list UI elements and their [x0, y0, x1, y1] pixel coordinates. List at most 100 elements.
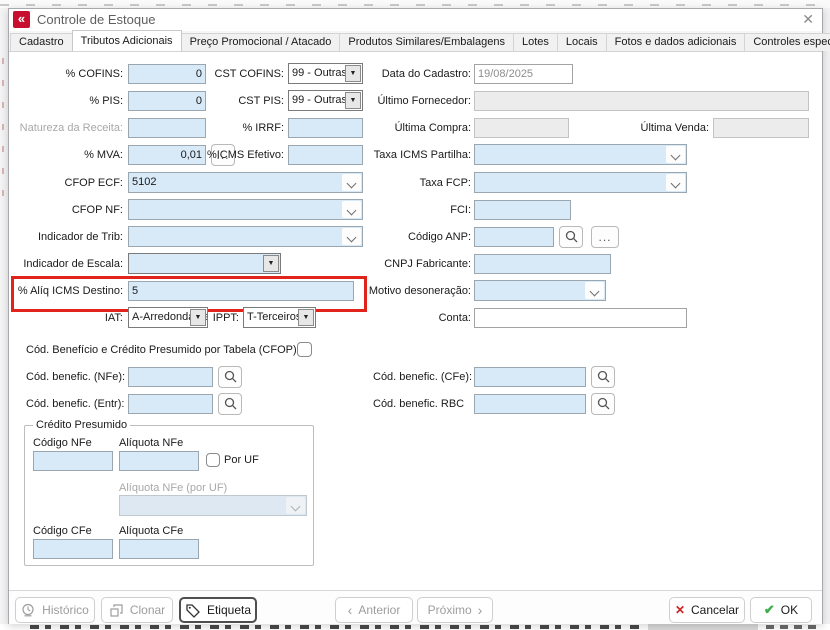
- tab-tributos-adicionais[interactable]: Tributos Adicionais: [72, 30, 182, 51]
- tab-lotes[interactable]: Lotes: [513, 33, 558, 51]
- irrf-label: % IRRF:: [185, 118, 284, 138]
- tab-locais[interactable]: Locais: [557, 33, 607, 51]
- chevron-down-icon: [286, 497, 305, 514]
- por-uf-label: Por UF: [224, 450, 274, 470]
- codigo-cfe-input[interactable]: [33, 539, 113, 559]
- search-icon: [597, 370, 610, 383]
- taxa-icms-partilha-label: Taxa ICMS Partilha:: [353, 145, 471, 165]
- cod-benefic-rbc-search-button[interactable]: [591, 393, 615, 415]
- data-cadastro-input[interactable]: 19/08/2025: [474, 64, 573, 84]
- cod-benefic-cfe-input[interactable]: [474, 367, 586, 387]
- icms-efetivo-input[interactable]: [288, 145, 363, 165]
- aliquota-nfe-input[interactable]: [119, 451, 199, 471]
- cst-pis-select[interactable]: 99 - Outras ▼: [288, 90, 363, 111]
- cod-benefic-cfe-search-button[interactable]: [591, 366, 615, 388]
- ok-button[interactable]: ✔ OK: [750, 597, 812, 623]
- clone-icon: [109, 603, 124, 618]
- chevron-right-icon: ›: [478, 603, 483, 617]
- cod-benefic-nfe-search-button[interactable]: [218, 366, 242, 388]
- cfop-ecf-label: CFOP ECF:: [9, 173, 123, 193]
- history-icon: [21, 603, 36, 618]
- taxa-fcp-label: Taxa FCP:: [353, 173, 471, 193]
- historico-button[interactable]: Histórico: [15, 597, 95, 623]
- cofins-label: % COFINS:: [9, 64, 123, 84]
- codigo-cfe-label: Código CFe: [33, 521, 118, 541]
- cst-pis-label: CST PIS:: [185, 91, 284, 111]
- chevron-left-icon: ‹: [348, 603, 353, 617]
- ultima-venda-label: Última Venda:: [599, 118, 709, 138]
- chevron-down-icon[interactable]: [666, 174, 685, 191]
- indicador-escala-label: Indicador de Escala:: [9, 254, 123, 274]
- ippt-select[interactable]: T-Terceiros ▼: [243, 307, 316, 328]
- dropdown-arrow-icon[interactable]: ▼: [190, 309, 206, 326]
- clipped-row-value: [766, 625, 822, 629]
- cod-benefic-entr-search-button[interactable]: [218, 393, 242, 415]
- indicador-trib-select[interactable]: [128, 226, 363, 247]
- cod-benefic-nfe-label: Cód. benefic. (NFe):: [26, 367, 126, 387]
- ultima-compra-label: Última Compra:: [353, 118, 471, 138]
- codigo-anp-label: Código ANP:: [353, 227, 471, 247]
- cst-cofins-select[interactable]: 99 - Outras ▼: [288, 63, 363, 84]
- clipped-row-text: [30, 625, 640, 629]
- iat-select[interactable]: A-Arredondamento ▼: [128, 307, 208, 328]
- ippt-label: IPPT:: [211, 308, 239, 328]
- irrf-input[interactable]: [288, 118, 363, 138]
- ok-check-icon: ✔: [764, 602, 775, 618]
- codigo-anp-input[interactable]: [474, 227, 554, 247]
- pis-label: % PIS:: [9, 91, 123, 111]
- cancelar-button[interactable]: ✕ Cancelar: [669, 597, 745, 623]
- indicador-escala-select[interactable]: ▼: [128, 253, 281, 274]
- taxa-icms-partilha-select[interactable]: [474, 144, 687, 165]
- codigo-nfe-input[interactable]: [33, 451, 113, 471]
- cod-benefic-rbc-input[interactable]: [474, 394, 586, 414]
- mva-label: % MVA:: [9, 145, 123, 165]
- conta-label: Conta:: [353, 308, 471, 328]
- motivo-desoneracao-select[interactable]: [474, 280, 606, 301]
- anterior-button[interactable]: ‹ Anterior: [335, 597, 413, 623]
- taxa-fcp-select[interactable]: [474, 172, 687, 193]
- tab-produtos-similares[interactable]: Produtos Similares/Embalagens: [339, 33, 514, 51]
- ultimo-fornecedor-input: [474, 91, 809, 111]
- search-icon: [597, 397, 610, 410]
- cfop-nf-label: CFOP NF:: [9, 200, 123, 220]
- tab-preco-promocional[interactable]: Preço Promocional / Atacado: [181, 33, 341, 51]
- footer-button-bar: Histórico Clonar Etiqueta ‹ Anterior Pró…: [9, 591, 822, 624]
- cnpj-fabricante-input[interactable]: [474, 254, 611, 274]
- conta-input[interactable]: [474, 308, 687, 328]
- etiqueta-button[interactable]: Etiqueta: [179, 597, 257, 623]
- dropdown-arrow-icon[interactable]: ▼: [298, 309, 314, 326]
- cfop-ecf-select[interactable]: 5102: [128, 172, 363, 193]
- ultimo-fornecedor-label: Último Fornecedor:: [353, 91, 471, 111]
- data-cadastro-label: Data do Cadastro:: [353, 64, 471, 84]
- tab-cadastro[interactable]: Cadastro: [10, 33, 73, 51]
- title-bar: « Controle de Estoque ✕: [9, 9, 822, 31]
- cfop-nf-select[interactable]: [128, 199, 363, 220]
- close-icon[interactable]: ✕: [802, 11, 814, 28]
- tab-controles-especificos[interactable]: Controles específicos: [744, 33, 830, 51]
- tab-fotos-dados[interactable]: Fotos e dados adicionais: [606, 33, 746, 51]
- chevron-down-icon[interactable]: [666, 146, 685, 163]
- beneficio-tabela-checkbox[interactable]: [297, 342, 312, 357]
- cod-benefic-nfe-input[interactable]: [128, 367, 213, 387]
- credito-presumido-title: Crédito Presumido: [33, 419, 130, 431]
- icms-efetivo-label: %ICMS Efetivo:: [185, 145, 284, 165]
- dropdown-arrow-icon[interactable]: ▼: [263, 255, 279, 272]
- proximo-button[interactable]: Próximo ›: [417, 597, 493, 623]
- clonar-button[interactable]: Clonar: [101, 597, 173, 623]
- cod-benefic-entr-input[interactable]: [128, 394, 213, 414]
- iat-label: IAT:: [9, 308, 123, 328]
- chevron-down-icon[interactable]: [585, 282, 604, 299]
- codigo-anp-more-button[interactable]: ...: [591, 226, 619, 248]
- cod-benefic-cfe-label: Cód. benefic. (CFe):: [373, 367, 473, 387]
- cancel-x-icon: ✕: [675, 603, 685, 617]
- codigo-anp-search-button[interactable]: [559, 226, 583, 248]
- aliq-icms-destino-input[interactable]: 5: [128, 281, 354, 301]
- fci-input[interactable]: [474, 200, 571, 220]
- cnpj-fabricante-label: CNPJ Fabricante:: [353, 254, 471, 274]
- background-top-sliver: [0, 0, 830, 8]
- aliquota-nfe-uf-select: [119, 495, 307, 516]
- indicador-trib-label: Indicador de Trib:: [9, 227, 123, 247]
- por-uf-checkbox[interactable]: [206, 453, 220, 467]
- aliquota-cfe-input[interactable]: [119, 539, 199, 559]
- cod-benefic-rbc-label: Cód. benefic. RBC: [373, 394, 473, 414]
